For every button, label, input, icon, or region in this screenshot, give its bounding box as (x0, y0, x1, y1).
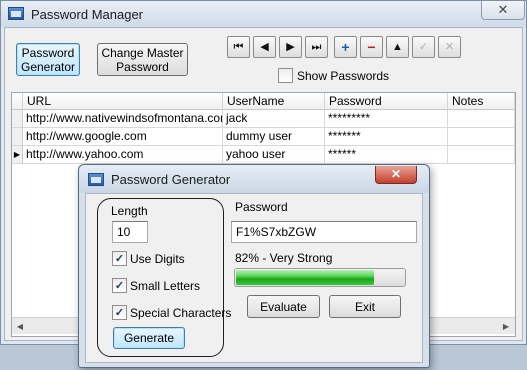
column-header-username[interactable]: UserName (223, 93, 325, 110)
use-digits-checkbox[interactable]: ✓ (112, 251, 127, 266)
show-passwords-checkbox[interactable] (278, 68, 293, 83)
generated-password-field[interactable]: F1%S7xbZGW (231, 221, 417, 243)
column-header-notes[interactable]: Notes (448, 93, 515, 110)
length-input[interactable]: 10 (112, 221, 148, 243)
close-icon[interactable]: ✕ (481, 1, 525, 20)
password-generator-button[interactable]: Password Generator (16, 43, 80, 76)
cell-notes[interactable] (448, 110, 515, 128)
generate-button[interactable]: Generate (113, 327, 185, 349)
dialog-title-bar[interactable]: Password Generator ✕ (79, 165, 429, 193)
delete-record-icon[interactable]: − (360, 36, 383, 58)
first-record-icon[interactable]: ⏮ (227, 36, 250, 58)
password-generator-dialog: Password Generator ✕ Length 10 ✓ Use Dig… (78, 164, 430, 368)
next-record-icon[interactable]: ▶ (279, 36, 302, 58)
cell-password[interactable]: ******* (325, 128, 448, 146)
main-window-title: Password Manager (31, 7, 143, 22)
scroll-left-icon[interactable]: ◀ (13, 320, 27, 333)
main-title-bar[interactable]: Password Manager ✕ (1, 1, 526, 27)
cell-url[interactable]: http://www.nativewindsofmontana.com (23, 110, 223, 128)
dialog-app-icon (88, 173, 104, 186)
cell-password[interactable]: ********* (325, 110, 448, 128)
change-master-password-button[interactable]: Change Master Password (97, 43, 188, 76)
cancel-edit-icon[interactable]: ✕ (438, 36, 461, 58)
dialog-client-area: Length 10 ✓ Use Digits ✓ Small Letters ✓… (85, 193, 423, 363)
row-header[interactable] (12, 128, 23, 146)
evaluate-button[interactable]: Evaluate (247, 295, 320, 318)
cell-url[interactable]: http://www.google.com (23, 128, 223, 146)
cell-url[interactable]: http://www.yahoo.com (23, 146, 223, 164)
cell-notes[interactable] (448, 146, 515, 164)
row-header[interactable] (12, 110, 23, 128)
cell-username[interactable]: jack (223, 110, 325, 128)
last-record-icon[interactable]: ⏭ (305, 36, 328, 58)
small-letters-label: Small Letters (130, 278, 201, 293)
strength-progress-bar (234, 268, 406, 287)
password-label: Password (235, 200, 288, 214)
add-record-icon[interactable]: + (334, 36, 357, 58)
small-letters-checkbox[interactable]: ✓ (112, 278, 127, 293)
length-label: Length (111, 204, 148, 218)
small-letters-option[interactable]: ✓ Small Letters (112, 278, 200, 293)
special-characters-label: Special Characters (130, 305, 232, 320)
show-passwords-label: Show Passwords (297, 68, 390, 83)
use-digits-label: Use Digits (130, 251, 185, 266)
save-record-icon[interactable]: ✓ (412, 36, 435, 58)
column-header-password[interactable]: Password (325, 93, 448, 110)
strength-progress-fill (236, 270, 374, 285)
special-characters-option[interactable]: ✓ Special Characters (112, 305, 231, 320)
strength-text: 82% - Very Strong (235, 251, 333, 265)
dialog-title: Password Generator (111, 172, 231, 187)
cell-username[interactable]: yahoo user (223, 146, 325, 164)
special-characters-checkbox[interactable]: ✓ (112, 305, 127, 320)
app-icon (8, 7, 24, 20)
record-navigator: ⏮ ◀ ▶ ⏭ + − ▲ ✓ ✕ (227, 36, 467, 60)
show-passwords-toggle[interactable]: Show Passwords (278, 68, 389, 83)
cell-notes[interactable] (448, 128, 515, 146)
cell-password[interactable]: ****** (325, 146, 448, 164)
previous-record-icon[interactable]: ◀ (253, 36, 276, 58)
grid-corner (12, 93, 23, 110)
current-row-indicator[interactable]: ▶ (12, 146, 23, 164)
column-header-url[interactable]: URL (23, 93, 223, 110)
cell-username[interactable]: dummy user (223, 128, 325, 146)
exit-button[interactable]: Exit (329, 295, 401, 318)
use-digits-option[interactable]: ✓ Use Digits (112, 251, 185, 266)
edit-record-icon[interactable]: ▲ (386, 36, 409, 58)
close-icon[interactable]: ✕ (375, 166, 417, 184)
scroll-right-icon[interactable]: ▶ (499, 320, 513, 333)
